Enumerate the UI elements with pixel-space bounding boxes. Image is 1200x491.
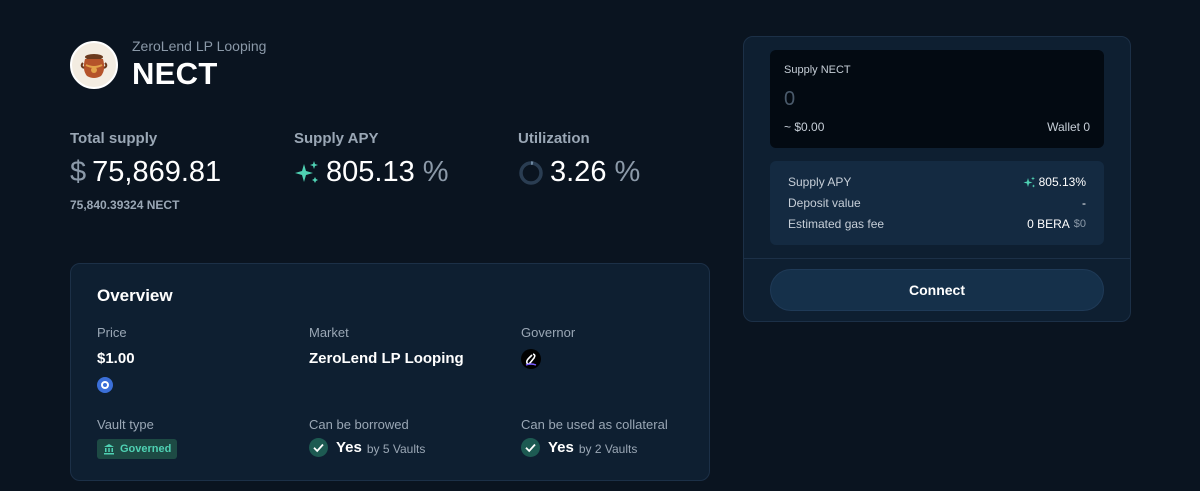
supply-panel: Supply NECT ~ $0.00 Wallet 0 Supply APY …	[743, 36, 1131, 322]
overview-card: Overview Price $1.00 Market ZeroLend LP …	[70, 263, 710, 481]
wallet-balance[interactable]: Wallet 0	[1047, 120, 1090, 134]
check-circle-icon	[309, 438, 328, 457]
market-label: Market	[309, 325, 349, 340]
vault-type-label: Vault type	[97, 417, 154, 432]
summary-apy-label: Supply APY	[788, 175, 852, 189]
stat-total-supply: Total supply $ 75,869.81 75,840.39324 NE…	[70, 130, 221, 212]
governed-badge: Governed	[97, 439, 178, 459]
summary-gas-usd: $0	[1073, 218, 1086, 230]
summary-row-gas: Estimated gas fee 0 BERA $0	[788, 217, 1086, 231]
percent-sign: %	[422, 156, 449, 188]
check-circle-icon	[521, 438, 540, 457]
chainlink-oracle-icon[interactable]	[97, 377, 113, 393]
connect-button[interactable]: Connect	[770, 269, 1104, 311]
summary-gas-label: Estimated gas fee	[788, 217, 885, 231]
collateral-cell: Can be used as collateral Yes by 2 Vault…	[521, 417, 668, 457]
panel-divider	[744, 258, 1130, 259]
supply-input-box: Supply NECT ~ $0.00 Wallet 0	[770, 50, 1104, 148]
governed-badge-label: Governed	[120, 443, 172, 455]
dollar-sign: $	[70, 156, 87, 188]
collateral-label: Can be used as collateral	[521, 417, 668, 432]
summary-deposit-value: -	[1082, 196, 1086, 210]
asset-header: ZeroLend LP Looping NECT	[70, 38, 266, 92]
summary-gas-value: 0 BERA	[1027, 217, 1070, 231]
supply-summary: Supply APY 805.13% Deposit value - Estim…	[770, 161, 1104, 245]
total-supply-label: Total supply	[70, 130, 158, 147]
summary-deposit-label: Deposit value	[788, 196, 861, 210]
borrowed-yes: Yes	[336, 439, 362, 456]
stat-utilization: Utilization 3.26 %	[518, 130, 640, 189]
borrowed-cell: Can be borrowed Yes by 5 Vaults	[309, 417, 425, 457]
overview-title: Overview	[97, 286, 173, 305]
summary-row-apy: Supply APY 805.13%	[788, 175, 1086, 189]
utilization-value: 3.26	[550, 156, 607, 188]
summary-apy-value: 805.13%	[1038, 175, 1086, 189]
borrowed-by-vaults[interactable]: by 5 Vaults	[367, 442, 425, 456]
price-cell: Price $1.00	[97, 325, 135, 393]
sparkles-icon	[1023, 176, 1035, 187]
governor-avatar-icon[interactable]	[521, 349, 541, 369]
supply-apy-value: 805.13	[326, 156, 415, 188]
sparkles-icon	[294, 160, 320, 186]
market-cell: Market ZeroLend LP Looping	[309, 325, 464, 367]
total-supply-token-amount: 75,840.39324 NECT	[70, 198, 180, 212]
utilization-label: Utilization	[518, 130, 590, 147]
summary-row-deposit: Deposit value -	[788, 196, 1086, 210]
nect-token-logo	[70, 41, 118, 89]
supply-input-label: Supply NECT	[784, 64, 851, 76]
supply-amount-input[interactable]	[784, 88, 1084, 111]
governor-label: Governor	[521, 325, 576, 340]
collateral-by-vaults[interactable]: by 2 Vaults	[579, 442, 637, 456]
utilization-ring-icon	[518, 160, 544, 186]
market-value[interactable]: ZeroLend LP Looping	[309, 350, 464, 367]
bank-icon	[104, 444, 114, 455]
asset-subtitle: ZeroLend LP Looping	[132, 38, 267, 54]
usd-value: ~ $0.00	[784, 120, 825, 134]
stat-supply-apy: Supply APY 805.13 %	[294, 130, 449, 189]
borrowed-label: Can be borrowed	[309, 417, 409, 432]
total-supply-value: 75,869.81	[92, 156, 222, 188]
governor-cell: Governor	[521, 325, 575, 369]
percent-sign: %	[614, 156, 641, 188]
price-label: Price	[97, 325, 127, 340]
price-value: $1.00	[97, 350, 135, 367]
asset-title: NECT	[132, 56, 218, 91]
collateral-yes: Yes	[548, 439, 574, 456]
vault-type-cell: Vault type Governed	[97, 417, 178, 460]
supply-apy-label: Supply APY	[294, 130, 379, 147]
